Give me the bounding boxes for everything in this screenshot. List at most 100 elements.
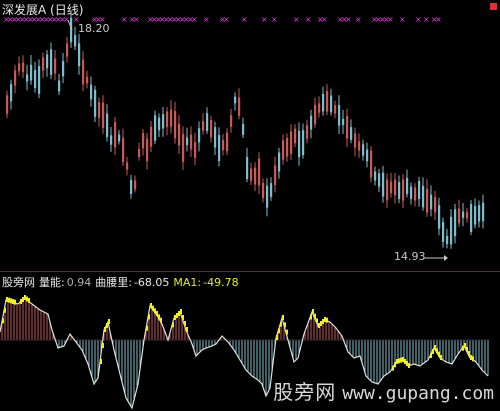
candle-body <box>158 117 161 131</box>
candle-body <box>294 128 297 144</box>
candle-body <box>42 57 45 71</box>
candle-body <box>438 205 441 229</box>
top-marker: × <box>399 15 406 24</box>
candle-body <box>82 59 85 85</box>
candle-body <box>382 172 385 197</box>
candle-body <box>202 121 205 131</box>
candle-body <box>34 69 37 89</box>
signal-mark <box>104 327 106 332</box>
candle-body <box>166 111 169 127</box>
candle-body <box>174 111 177 139</box>
candle-body <box>290 131 293 154</box>
ma-label: MA1: <box>173 276 202 289</box>
candle-body <box>246 156 249 180</box>
signal-mark <box>182 315 184 320</box>
candle-body <box>334 105 337 114</box>
signal-mark <box>406 361 408 366</box>
top-marker: × <box>345 15 352 24</box>
watermark-url: www.gupang.com <box>342 383 494 404</box>
signal-mark <box>434 345 436 350</box>
candle-body <box>230 115 233 127</box>
candle-body <box>426 188 429 213</box>
top-marker: × <box>223 15 230 24</box>
candle-body <box>6 95 9 114</box>
signal-mark <box>278 328 280 334</box>
candle-body <box>406 178 409 194</box>
watermark-cn: 股旁网 <box>273 380 337 404</box>
candle-body <box>106 113 109 138</box>
candle-body <box>62 61 65 77</box>
indicator-name[interactable]: 股旁网 <box>2 276 35 289</box>
candle-body <box>390 181 393 194</box>
candle-body <box>134 180 137 190</box>
signal-mark <box>470 355 472 360</box>
candle-body <box>298 130 301 158</box>
candle-body <box>54 58 57 74</box>
candle-body <box>278 152 281 172</box>
signal-mark <box>26 296 28 302</box>
candle-body <box>198 128 201 143</box>
candle-body <box>150 126 153 147</box>
top-marker: × <box>133 15 140 24</box>
candle-body <box>378 173 381 187</box>
candle-body <box>306 125 309 139</box>
pane-divider <box>0 271 500 272</box>
candle-body <box>38 66 41 94</box>
candle-layer <box>6 11 485 249</box>
candle-body <box>142 133 145 149</box>
top-marker: × <box>415 15 422 24</box>
signal-mark <box>284 322 286 328</box>
candle-body <box>182 134 185 162</box>
candle-body <box>90 84 93 100</box>
candle-body <box>258 158 261 186</box>
candle-body <box>190 134 193 150</box>
candle-body <box>270 183 273 197</box>
corner-marker-icon[interactable] <box>490 3 497 10</box>
signal-mark <box>172 322 174 328</box>
candle-body <box>446 236 449 244</box>
candle-body <box>266 185 269 208</box>
signal-mark <box>152 305 154 311</box>
candle-body <box>454 209 457 237</box>
signal-mark <box>310 314 312 320</box>
candle-body <box>10 84 13 102</box>
candle-body <box>414 187 417 201</box>
signal-mark <box>100 359 102 364</box>
signal-mark <box>318 323 320 328</box>
signal-mark <box>320 321 322 326</box>
candle-body <box>330 95 333 113</box>
candle-body <box>222 140 225 150</box>
chart-canvas: ×××××××××××××××× × ××× × ×× ×××××××××××× × ×× × ×… <box>0 11 490 410</box>
candle-body <box>50 49 53 75</box>
top-marker: × <box>293 15 300 24</box>
signal-mark <box>2 318 4 324</box>
signal-mark <box>146 325 148 331</box>
candle-body <box>462 211 465 218</box>
candle-body <box>402 179 405 201</box>
candle-body <box>386 179 389 201</box>
signal-mark <box>282 315 284 320</box>
energy-label: 量能: <box>39 276 65 289</box>
signal-mark <box>326 317 328 323</box>
candle-body <box>470 204 473 232</box>
candle-body <box>466 212 469 219</box>
top-marker: × <box>321 15 328 24</box>
signal-mark <box>6 297 8 302</box>
candle-body <box>138 149 141 157</box>
candle-body <box>102 102 105 128</box>
signal-mark <box>24 295 26 300</box>
signal-mark <box>312 309 314 314</box>
signal-mark <box>314 313 316 319</box>
candle-body <box>170 109 173 127</box>
signal-mark <box>184 321 186 326</box>
candle-body <box>126 162 129 170</box>
signal-mark <box>404 359 406 364</box>
signal-mark <box>398 358 400 364</box>
signal-mark <box>396 359 398 364</box>
candle-body <box>366 149 369 162</box>
candle-body <box>358 141 361 151</box>
signal-mark <box>174 315 176 320</box>
candle-body <box>86 76 89 84</box>
candle-body <box>394 179 397 196</box>
signal-mark <box>400 357 402 363</box>
